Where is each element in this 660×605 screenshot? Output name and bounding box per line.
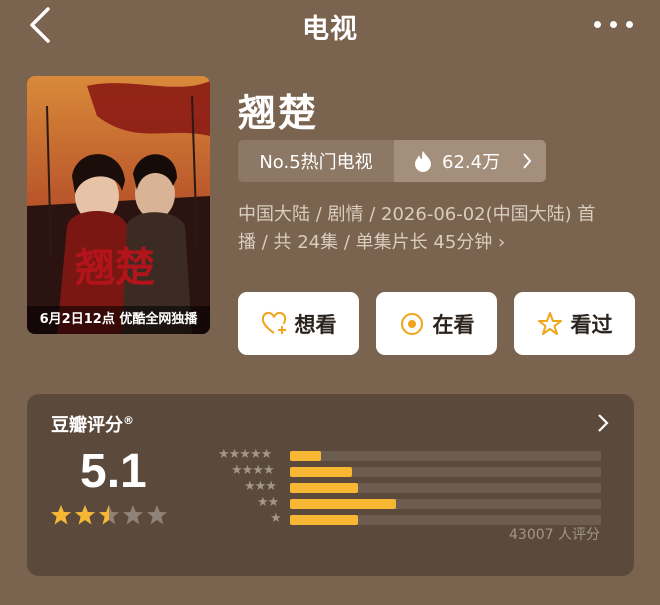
rating-star-icon <box>147 505 167 525</box>
chevron-right-icon[interactable] <box>596 412 610 434</box>
douban-rating-card[interactable]: 豆瓣评分® 5.1 ★★★★★ ★★★★ ★★★ ★★ ★ 43007 人评分 <box>27 394 634 576</box>
distribution-bar <box>290 483 359 493</box>
distribution-track <box>290 483 601 493</box>
meta-line-1: 中国大陆 / 剧情 / 2026-06-02(中国大陆) 首 <box>238 204 596 225</box>
distribution-row: ★★ <box>205 495 625 511</box>
distribution-star-label: ★ <box>270 511 282 526</box>
distribution-star-label: ★★★ <box>244 479 277 494</box>
poster-image[interactable]: 翘楚 6月2日12点 优酷全网独播 <box>27 76 210 334</box>
rating-star-icon <box>99 505 119 525</box>
distribution-track <box>290 467 601 477</box>
want-to-watch-label: 想看 <box>294 312 337 337</box>
rating-star-icon <box>123 505 143 525</box>
target-icon <box>400 312 423 335</box>
star-outline-icon <box>537 311 562 335</box>
watching-label: 在看 <box>432 312 475 337</box>
want-to-watch-button[interactable]: 想看 <box>238 292 359 355</box>
distribution-bar <box>290 467 353 477</box>
rank-pill[interactable]: No.5热门电视 62.4万 <box>238 140 546 182</box>
rating-count: 43007 人评分 <box>509 527 600 543</box>
watched-button[interactable]: 看过 <box>514 292 635 355</box>
rating-stars <box>50 504 168 526</box>
rating-star-icon <box>51 505 71 525</box>
distribution-bar <box>290 451 322 461</box>
svg-text:翘楚: 翘楚 <box>75 244 155 291</box>
rating-star-icon <box>75 505 95 525</box>
distribution-bar <box>290 499 396 509</box>
rating-label: 豆瓣评分® <box>51 414 134 436</box>
watching-button[interactable]: 在看 <box>376 292 497 355</box>
distribution-bar <box>290 515 359 525</box>
heat-value: 62.4万 <box>442 152 501 173</box>
top-bar: 电视 <box>0 0 660 48</box>
distribution-star-label: ★★★★ <box>231 463 275 478</box>
action-buttons: 想看 在看 看过 <box>238 292 635 355</box>
more-options-icon[interactable] <box>594 12 634 36</box>
distribution-star-label: ★★★★★ <box>218 447 272 462</box>
poster-art: 翘楚 <box>27 76 210 334</box>
distribution-row: ★★★★ <box>205 463 625 479</box>
distribution-row: ★★★★★ <box>205 447 625 463</box>
show-title: 翘楚 <box>238 91 319 135</box>
watched-label: 看过 <box>570 312 613 337</box>
rating-score: 5.1 <box>80 445 147 498</box>
poster-caption: 6月2日12点 优酷全网独播 <box>27 306 210 334</box>
chevron-right-icon <box>523 153 532 169</box>
meta-line-2: 播 / 共 24集 / 单集片长 45分钟 › <box>238 232 506 253</box>
distribution-row: ★★★ <box>205 479 625 495</box>
page-title: 电视 <box>302 14 358 45</box>
flame-icon <box>415 151 431 172</box>
distribution-track <box>290 499 601 509</box>
heart-plus-icon <box>261 311 286 334</box>
rank-label: No.5热门电视 <box>238 140 394 182</box>
show-meta[interactable]: 中国大陆 / 剧情 / 2026-06-02(中国大陆) 首 播 / 共 24集… <box>238 201 638 257</box>
distribution-track <box>290 451 601 461</box>
heat-section[interactable]: 62.4万 <box>394 140 546 182</box>
distribution-star-label: ★★ <box>257 495 279 510</box>
